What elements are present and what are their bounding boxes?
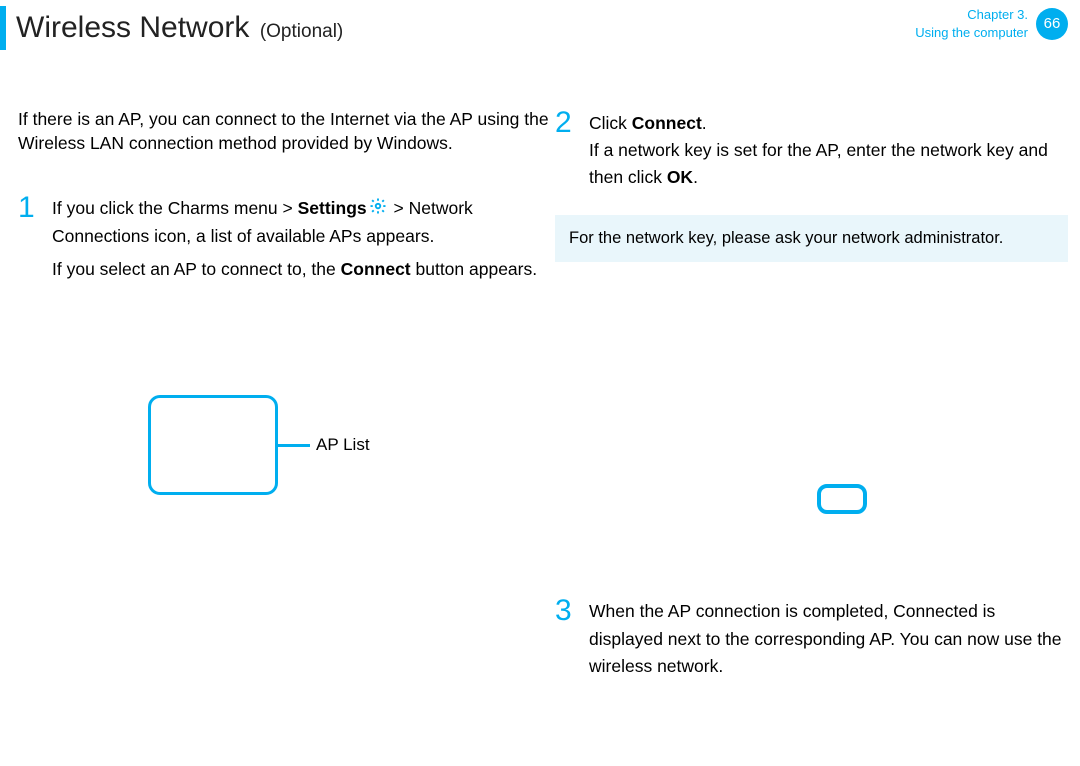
step1-text-3: If you select an AP to connect to, the bbox=[52, 259, 341, 279]
step1-text-c: > Network bbox=[389, 198, 473, 218]
step-number-3: 3 bbox=[555, 596, 589, 679]
step2-ok-bold: OK bbox=[667, 167, 693, 187]
chapter-line2: Using the computer bbox=[915, 24, 1028, 42]
page-number: 66 bbox=[1044, 15, 1061, 32]
step-3: 3 When the AP connection is completed, C… bbox=[555, 596, 1068, 679]
content-columns: If there is an AP, you can connect to th… bbox=[0, 50, 1080, 698]
step1-settings-bold: Settings bbox=[298, 198, 367, 218]
right-column: 2 Click Connect. If a network key is set… bbox=[555, 108, 1080, 698]
chapter-line1: Chapter 3. bbox=[915, 6, 1028, 24]
step1-text-a: If you click the Charms menu > bbox=[52, 198, 298, 218]
note-box: For the network key, please ask your net… bbox=[555, 215, 1068, 262]
chapter-block: Chapter 3. Using the computer 66 bbox=[915, 6, 1068, 41]
ap-list-callout: AP List bbox=[148, 395, 555, 495]
chapter-text: Chapter 3. Using the computer bbox=[915, 6, 1028, 41]
title-accent-bar bbox=[0, 6, 6, 50]
step-1: 1 If you click the Charms menu > Setting… bbox=[18, 193, 555, 283]
step-2: 2 Click Connect. If a network key is set… bbox=[555, 108, 1068, 191]
note-text: For the network key, please ask your net… bbox=[569, 229, 1003, 247]
step-3-body: When the AP connection is completed, Con… bbox=[589, 596, 1068, 679]
gear-icon bbox=[369, 196, 387, 223]
intro-paragraph: If there is an AP, you can connect to th… bbox=[18, 108, 555, 155]
step-1-body: If you click the Charms menu > Settings … bbox=[52, 193, 555, 283]
step2-text-1after: . bbox=[702, 113, 707, 133]
step2-text-2: If a network key is set for the AP, ente… bbox=[589, 140, 1048, 187]
page-subtitle: (Optional) bbox=[260, 21, 343, 42]
page-header: Wireless Network (Optional) Chapter 3. U… bbox=[0, 0, 1080, 50]
title-block: Wireless Network (Optional) bbox=[0, 6, 343, 50]
callout-line bbox=[278, 444, 310, 447]
step-number-2: 2 bbox=[555, 108, 589, 191]
step1-text-3after: button appears. bbox=[411, 259, 537, 279]
step2-text-1: Click bbox=[589, 113, 632, 133]
step-2-body: Click Connect. If a network key is set f… bbox=[589, 108, 1068, 191]
left-column: If there is an AP, you can connect to th… bbox=[0, 108, 555, 698]
ap-list-box bbox=[148, 395, 278, 495]
connect-button-outline bbox=[817, 484, 867, 514]
step1-text-2b: icon, a list of available APs appears. bbox=[154, 226, 434, 246]
ap-list-label: AP List bbox=[316, 435, 370, 455]
step2-text-2after: . bbox=[693, 167, 698, 187]
step1-text-2a: Connections bbox=[52, 226, 154, 246]
step2-connect-bold: Connect bbox=[632, 113, 702, 133]
page-number-badge: 66 bbox=[1036, 8, 1068, 40]
step1-connect-bold: Connect bbox=[341, 259, 411, 279]
step-number-1: 1 bbox=[18, 193, 52, 283]
page-title: Wireless Network bbox=[16, 11, 249, 44]
